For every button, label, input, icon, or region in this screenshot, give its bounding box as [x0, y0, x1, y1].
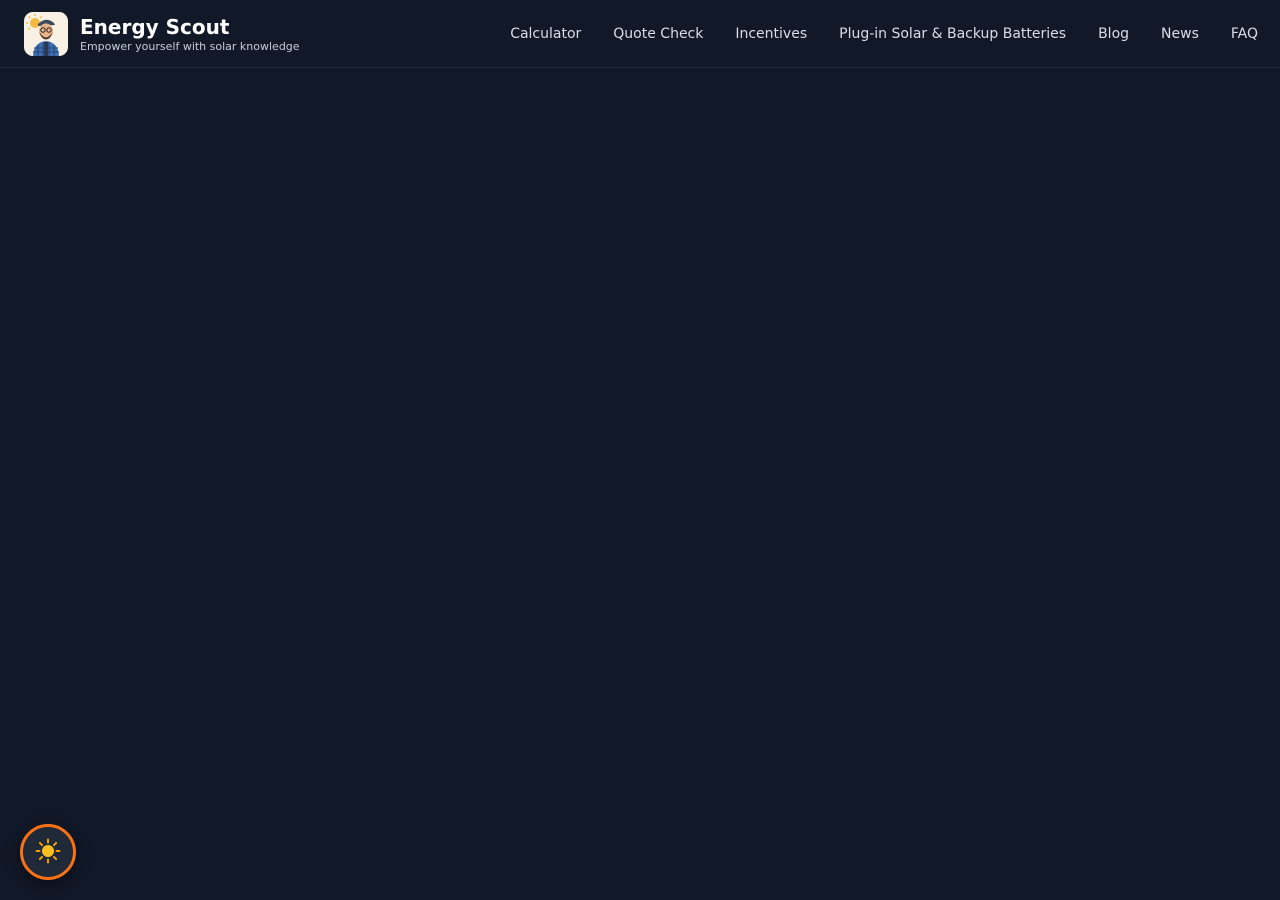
- nav-item-incentives[interactable]: Incentives: [735, 26, 807, 42]
- nav-item-plug-in-solar[interactable]: Plug-in Solar & Backup Batteries: [839, 26, 1066, 42]
- nav-item-faq[interactable]: FAQ: [1231, 26, 1258, 42]
- brand-title: Energy Scout: [80, 14, 230, 39]
- solar-mascot-icon: [24, 12, 68, 56]
- sun-icon: [35, 838, 61, 867]
- nav-item-calculator[interactable]: Calculator: [510, 26, 581, 42]
- nav-item-news[interactable]: News: [1161, 26, 1199, 42]
- nav-item-blog[interactable]: Blog: [1098, 26, 1129, 42]
- site-header: Energy Scout Empower yourself with solar…: [0, 0, 1280, 68]
- brand-tagline: Empower yourself with solar knowledge: [80, 39, 300, 53]
- theme-toggle-button[interactable]: [20, 824, 76, 880]
- main-nav: Calculator Quote Check Incentives Plug-i…: [478, 0, 1258, 68]
- brand-home-link[interactable]: Energy Scout Empower yourself with solar…: [24, 12, 300, 56]
- nav-item-quote-check[interactable]: Quote Check: [613, 26, 703, 42]
